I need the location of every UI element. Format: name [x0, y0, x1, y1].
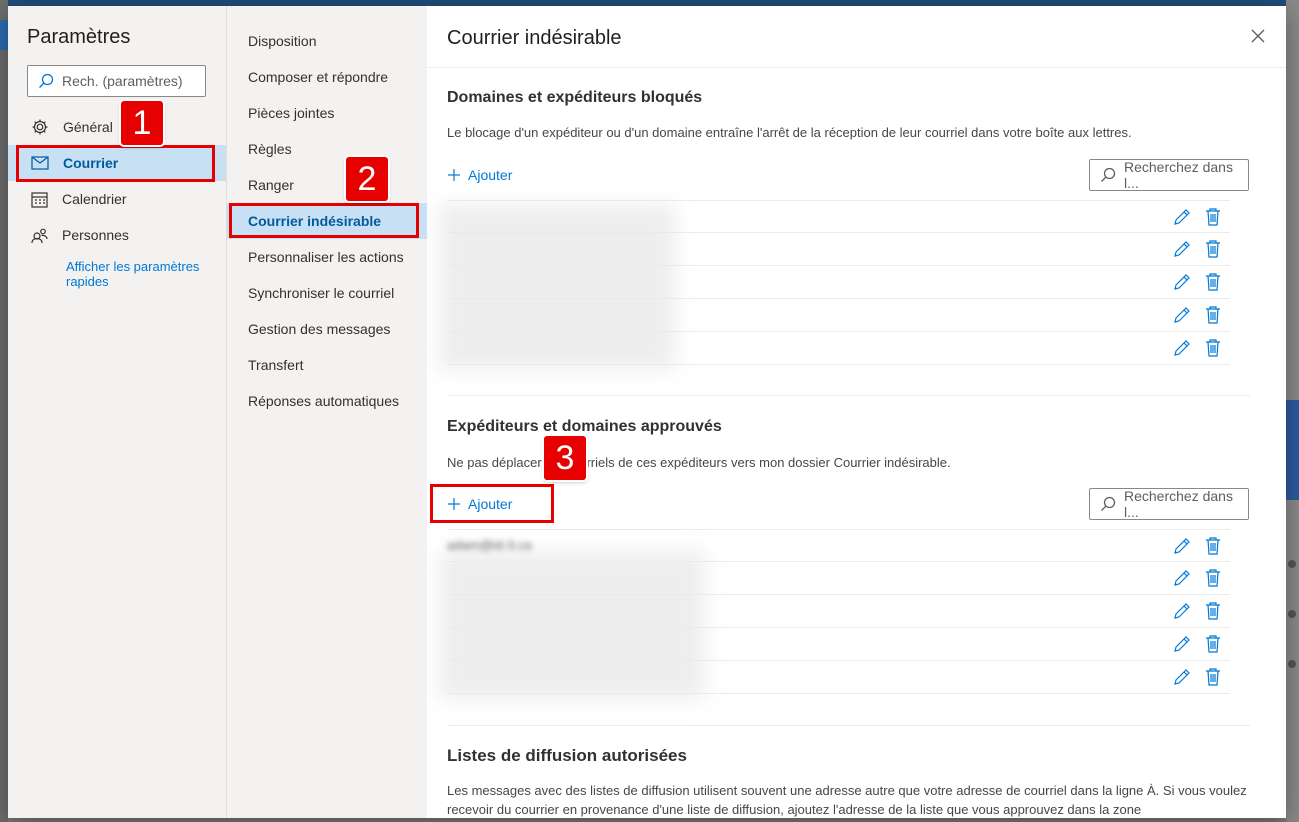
trash-icon[interactable]: [1205, 273, 1221, 291]
search-icon: [1100, 496, 1116, 512]
nav-message-handling[interactable]: Gestion des messages: [227, 311, 427, 347]
edit-icon[interactable]: [1173, 339, 1191, 357]
highlight-junk-email-nav: [229, 203, 419, 238]
junk-email-panel: Courrier indésirable Domaines et expédit…: [427, 6, 1286, 818]
edit-icon[interactable]: [1173, 569, 1191, 587]
nav-general-label: Général: [63, 119, 113, 135]
search-icon: [38, 73, 54, 89]
nav-rules[interactable]: Règles: [227, 131, 427, 167]
trash-icon[interactable]: [1205, 569, 1221, 587]
trash-icon[interactable]: [1205, 240, 1221, 258]
quick-settings-link[interactable]: Afficher les paramètres rapides: [66, 259, 216, 289]
trash-icon[interactable]: [1205, 208, 1221, 226]
edit-icon[interactable]: [1173, 602, 1191, 620]
mailing-lists-description: Les messages avec des listes de diffusio…: [447, 783, 1247, 817]
nav-general[interactable]: Général: [8, 109, 226, 145]
close-button[interactable]: [1250, 28, 1266, 44]
background-left-edge: [0, 0, 8, 822]
trash-icon[interactable]: [1205, 668, 1221, 686]
edit-icon[interactable]: [1173, 273, 1191, 291]
blocked-search-input[interactable]: Recherchez dans l...: [1089, 159, 1249, 191]
add-blocked-label: Ajouter: [468, 167, 513, 183]
trash-icon[interactable]: [1205, 537, 1221, 555]
search-icon: [1100, 167, 1116, 183]
edit-icon[interactable]: [1173, 208, 1191, 226]
nav-people-label: Personnes: [62, 227, 129, 243]
blocked-section-title: Domaines et expéditeurs bloqués: [447, 89, 703, 106]
blocked-search-placeholder: Recherchez dans l...: [1124, 159, 1233, 191]
settings-search-input[interactable]: Rech. (paramètres): [27, 65, 206, 97]
nav-people[interactable]: Personnes: [8, 217, 226, 253]
edit-icon[interactable]: [1173, 537, 1191, 555]
section-divider: [447, 395, 1250, 396]
section-divider: [447, 725, 1250, 726]
calendar-icon: [31, 191, 48, 208]
mail-settings-nav-pane: Disposition Composer et répondre Pièces …: [226, 6, 427, 818]
add-blocked-button[interactable]: Ajouter: [447, 163, 512, 187]
approved-section-title: Expéditeurs et domaines approuvés: [447, 418, 722, 435]
step-badge-1: 1: [121, 101, 163, 145]
trash-icon[interactable]: [1205, 602, 1221, 620]
approved-search-placeholder: Recherchez dans l...: [1124, 488, 1233, 520]
settings-title: Paramètres: [27, 26, 131, 48]
edit-icon[interactable]: [1173, 635, 1191, 653]
edit-icon[interactable]: [1173, 668, 1191, 686]
redacted-entries: [439, 204, 675, 370]
nav-customize-actions[interactable]: Personnaliser les actions: [227, 239, 427, 275]
panel-title: Courrier indésirable: [447, 27, 622, 49]
edit-icon[interactable]: [1173, 306, 1191, 324]
panel-header: Courrier indésirable: [427, 6, 1286, 68]
nav-calendar[interactable]: Calendrier: [8, 181, 226, 217]
close-icon: [1250, 28, 1266, 44]
settings-dialog: Paramètres Rech. (paramètres) Général Co…: [8, 6, 1286, 818]
nav-attachments[interactable]: Pièces jointes: [227, 95, 427, 131]
redacted-entries: [439, 551, 705, 699]
nav-calendar-label: Calendrier: [62, 191, 127, 207]
nav-sync-email[interactable]: Synchroniser le courriel: [227, 275, 427, 311]
nav-forwarding[interactable]: Transfert: [227, 347, 427, 383]
gear-icon: [31, 118, 49, 136]
plus-icon: [447, 168, 461, 182]
background-right-edge: [1286, 0, 1299, 822]
settings-category-pane: Paramètres Rech. (paramètres) Général Co…: [8, 6, 226, 818]
blocked-section-description: Le blocage d'un expéditeur ou d'un domai…: [447, 125, 1132, 140]
step-badge-2: 2: [346, 157, 388, 201]
settings-search-placeholder: Rech. (paramètres): [62, 73, 183, 89]
approved-search-input[interactable]: Recherchez dans l...: [1089, 488, 1249, 520]
trash-icon[interactable]: [1205, 635, 1221, 653]
step-badge-3: 3: [544, 436, 586, 480]
trash-icon[interactable]: [1205, 306, 1221, 324]
nav-automatic-replies[interactable]: Réponses automatiques: [227, 383, 427, 419]
highlight-mail-nav: [16, 145, 215, 182]
highlight-add-approved: [430, 484, 554, 523]
nav-compose-reply[interactable]: Composer et répondre: [227, 59, 427, 95]
nav-sweep[interactable]: Ranger: [227, 167, 427, 203]
trash-icon[interactable]: [1205, 339, 1221, 357]
nav-layout[interactable]: Disposition: [227, 23, 427, 59]
people-icon: [31, 227, 48, 244]
mailing-lists-section-title: Listes de diffusion autorisées: [447, 746, 687, 765]
edit-icon[interactable]: [1173, 240, 1191, 258]
